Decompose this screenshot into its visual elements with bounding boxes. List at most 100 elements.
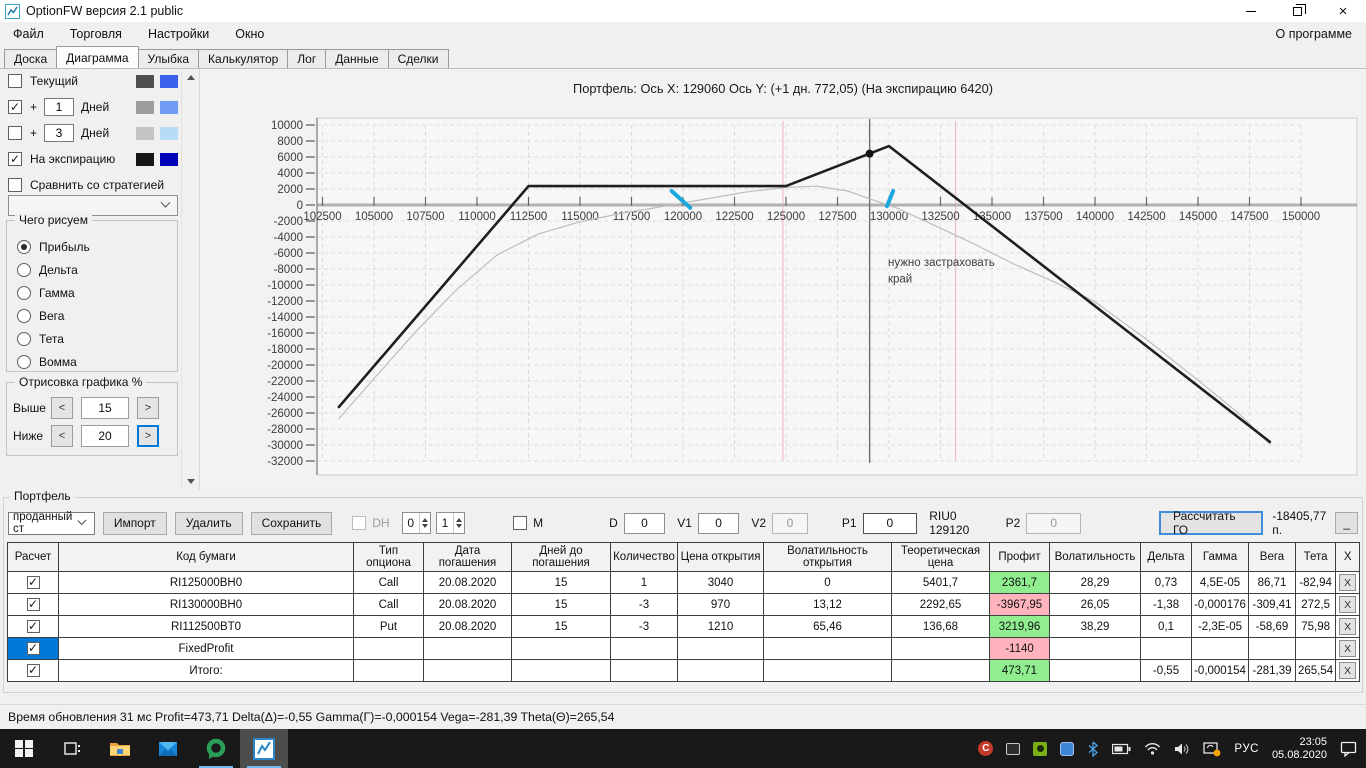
current-color-swatch-2 <box>160 74 178 88</box>
plus3-days-input[interactable] <box>44 124 75 142</box>
tab-улыбка[interactable]: Улыбка <box>137 49 200 68</box>
radio-row-вомма[interactable]: Вомма <box>17 350 177 373</box>
row-calc-checkbox[interactable] <box>26 575 40 589</box>
current-checkbox[interactable] <box>8 74 22 88</box>
tab-доска[interactable]: Доска <box>4 49 58 68</box>
below-increase-button[interactable]: > <box>137 425 159 447</box>
radio-icon <box>17 308 31 323</box>
profit-chart[interactable]: 10000 8000 6000 4000 2000 0 -2000 -4000 -6000 -80… <box>200 69 1366 490</box>
battery-icon[interactable] <box>1112 743 1131 755</box>
radio-row-вега[interactable]: Вега <box>17 304 177 327</box>
column-header: Волатильность <box>1049 542 1141 572</box>
clock[interactable]: 23:05 05.08.2020 <box>1272 736 1327 762</box>
above-increase-button[interactable]: > <box>137 397 159 419</box>
tab-диаграмма[interactable]: Диаграмма <box>56 46 139 68</box>
remove-row-button[interactable]: X <box>1339 640 1357 657</box>
svg-text:-22000: -22000 <box>267 376 303 388</box>
mail-button[interactable] <box>144 729 192 768</box>
delete-button[interactable]: Удалить <box>174 511 243 535</box>
dh-checkbox[interactable] <box>352 516 367 530</box>
below-decrease-button[interactable]: < <box>51 425 73 447</box>
expiry-label: На экспирацию <box>30 152 116 166</box>
plus3-checkbox[interactable] <box>8 126 22 140</box>
tablet-mode-icon[interactable] <box>1203 741 1221 757</box>
radio-icon <box>17 239 31 254</box>
expiry-checkbox[interactable] <box>8 152 22 166</box>
radio-row-прибыль[interactable]: Прибыль <box>17 235 177 258</box>
language-indicator[interactable]: РУС <box>1234 743 1259 755</box>
dh-spinner-2[interactable]: 1 <box>435 512 466 534</box>
task-view-button[interactable] <box>48 729 96 768</box>
portfolio-strategy-combobox[interactable]: проданный ст <box>8 511 95 535</box>
ccleaner-tray-icon[interactable]: C <box>978 741 994 756</box>
row-calc-checkbox[interactable] <box>26 619 40 633</box>
close-button[interactable]: × <box>1320 0 1366 22</box>
table-row: FixedProfit -1140 X <box>7 637 1361 660</box>
restore-button[interactable] <box>1274 0 1320 22</box>
bluetooth-icon[interactable] <box>1087 741 1099 757</box>
minimize-button[interactable] <box>1228 0 1274 22</box>
row-calc-checkbox[interactable] <box>26 641 40 655</box>
nvidia-tray-icon[interactable] <box>1033 741 1048 756</box>
plus1-days-input[interactable] <box>44 98 75 116</box>
restore-icon <box>1292 3 1306 16</box>
import-button[interactable]: Импорт <box>102 511 167 535</box>
menu-about[interactable]: О программе <box>1276 27 1352 41</box>
sidebar-scrollbar[interactable] <box>181 69 198 490</box>
app-tray-icon[interactable] <box>1060 741 1075 756</box>
m-checkbox[interactable] <box>513 516 528 530</box>
p1-field[interactable]: 0 <box>862 512 918 534</box>
quik-button[interactable] <box>192 729 240 768</box>
plus1-checkbox[interactable] <box>8 100 22 114</box>
wifi-icon[interactable] <box>1144 742 1161 755</box>
radio-row-гамма[interactable]: Гамма <box>17 281 177 304</box>
d-field[interactable]: 0 <box>623 512 666 534</box>
touchpad-tray-icon[interactable] <box>1006 742 1021 755</box>
start-button[interactable] <box>0 729 48 768</box>
notification-center-icon[interactable] <box>1340 740 1358 757</box>
remove-row-button[interactable]: X <box>1339 596 1357 613</box>
tab-калькулятор[interactable]: Калькулятор <box>198 49 289 68</box>
file-explorer-button[interactable] <box>96 729 144 768</box>
v2-field[interactable]: 0 <box>772 512 808 534</box>
svg-text:102500: 102500 <box>303 211 341 223</box>
close-icon: × <box>1338 2 1348 20</box>
column-header: Расчет <box>7 542 59 572</box>
volume-icon[interactable] <box>1174 742 1190 756</box>
below-value[interactable]: 20 <box>81 425 129 447</box>
p2-field[interactable]: 0 <box>1026 512 1081 534</box>
menu-item-настройки[interactable]: Настройки <box>135 27 222 41</box>
menu-item-торговля[interactable]: Торговля <box>57 27 135 41</box>
go-value: -18405,77 п. <box>1272 509 1327 537</box>
save-button[interactable]: Сохранить <box>250 511 333 535</box>
plus3-days-label: Дней <box>81 126 110 140</box>
remove-row-button[interactable]: X <box>1339 662 1357 679</box>
row-calc-checkbox[interactable] <box>26 663 40 677</box>
collapse-panel-button[interactable]: _ <box>1335 512 1359 534</box>
scroll-down-icon[interactable] <box>182 473 199 490</box>
menu-item-окно[interactable]: Окно <box>222 27 277 41</box>
menu-item-файл[interactable]: Файл <box>0 27 57 41</box>
radio-row-тета[interactable]: Тета <box>17 327 177 350</box>
remove-row-button[interactable]: X <box>1339 574 1357 591</box>
scroll-up-icon[interactable] <box>182 69 199 86</box>
tab-данные[interactable]: Данные <box>325 49 389 68</box>
dh-spinner-1[interactable]: 0 <box>401 512 431 534</box>
tab-лог[interactable]: Лог <box>287 49 327 68</box>
optionfw-taskbar-button[interactable] <box>240 729 288 768</box>
v1-field[interactable]: 0 <box>697 512 740 534</box>
row-calc-checkbox[interactable] <box>26 597 40 611</box>
tab-bar: Доска Диаграмма Улыбка Калькулятор Лог Данные… <box>0 46 1366 69</box>
remove-row-button[interactable]: X <box>1339 618 1357 635</box>
svg-text:-30000: -30000 <box>267 440 303 452</box>
p2-label: P2 <box>1005 516 1021 530</box>
above-decrease-button[interactable]: < <box>51 397 73 419</box>
expiry-line-row: На экспирацию <box>8 150 178 168</box>
above-value[interactable]: 15 <box>81 397 129 419</box>
render-range-group: Отрисовка графика % Выше < 15 > Ниже < 2… <box>6 375 178 456</box>
tab-сделки[interactable]: Сделки <box>387 49 449 68</box>
calculate-go-button[interactable]: Рассчитать ГО <box>1158 509 1264 537</box>
compare-strategy-checkbox[interactable] <box>8 178 22 192</box>
radio-row-дельта[interactable]: Дельта <box>17 258 177 281</box>
below-row: Ниже < 20 > <box>13 425 177 447</box>
